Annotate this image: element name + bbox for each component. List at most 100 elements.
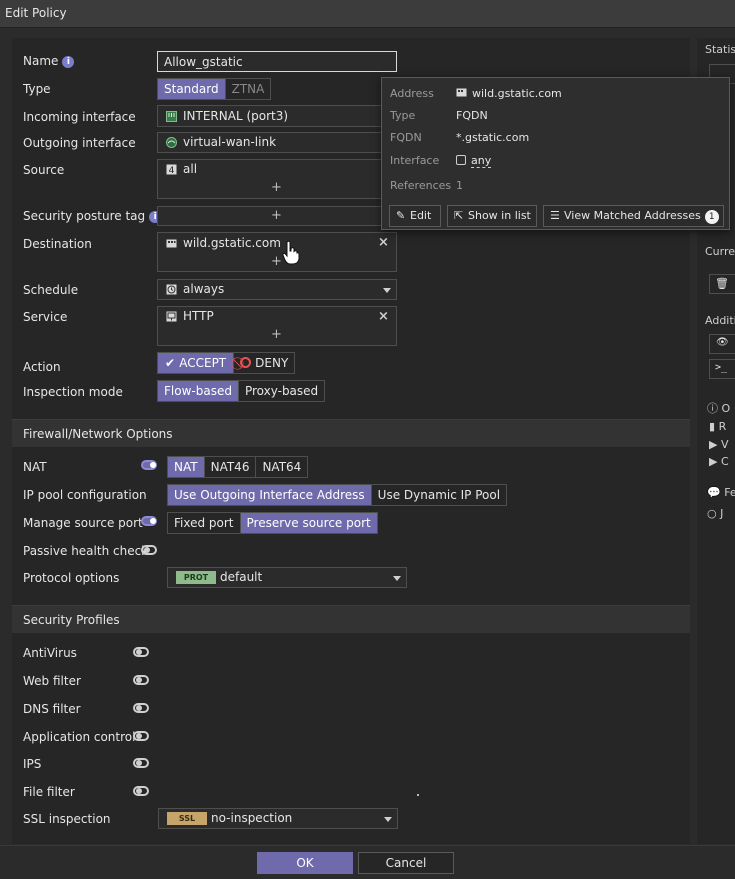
type-ztna-option[interactable]: ZTNA (224, 79, 271, 99)
popup-address-value: wild.gstatic.com (456, 87, 562, 100)
popup-interface-value: any (456, 154, 492, 168)
profiles-section-header: Security Profiles (12, 605, 690, 633)
comment-item[interactable]: ○ J (707, 507, 723, 520)
outgoing-interface-value: virtual-wan-link (183, 135, 277, 149)
info-icon[interactable]: i (62, 56, 75, 68)
ippool-dynamic-option[interactable]: Use Dynamic IP Pool (370, 485, 507, 505)
help-icon: ⓘ (707, 402, 718, 415)
service-field[interactable]: HTTP × + (157, 306, 397, 346)
profile-label: Web filter (23, 674, 81, 688)
name-input[interactable]: Allow_gstatic (157, 51, 397, 72)
incoming-interface-field[interactable]: INTERNAL (port3) (157, 105, 383, 127)
fixed-port-option[interactable]: Fixed port (168, 513, 240, 533)
action-label: Action (23, 360, 61, 374)
address-popup: Address wild.gstatic.com Type FQDN FQDN … (381, 77, 730, 230)
additional-heading: Additi (705, 314, 735, 327)
ok-button[interactable]: OK (257, 852, 353, 874)
firewall-section-header: Firewall/Network Options (12, 419, 690, 447)
reference-item[interactable]: ▮ R (709, 420, 726, 433)
remove-destination-button[interactable]: × (378, 235, 389, 250)
source-port-selector: Fixed port Preserve source port (167, 512, 378, 534)
interface-icon (456, 155, 466, 165)
outgoing-interface-field[interactable]: virtual-wan-link (157, 132, 383, 153)
action-selector: ✔ ACCEPT ⃠DENY (157, 352, 296, 374)
current-heading: Curre (705, 245, 735, 258)
block-icon (240, 357, 252, 368)
popup-type-value: FQDN (456, 109, 488, 122)
action-deny-option[interactable]: ⃠DENY (233, 353, 295, 373)
incoming-interface-label: Incoming interface (23, 110, 136, 124)
terminal-icon: >_ (715, 362, 728, 373)
inspection-proxy-option[interactable]: Proxy-based (237, 381, 325, 401)
ips-toggle[interactable] (133, 758, 149, 768)
ssl-tag: SSL (167, 812, 207, 825)
video-item[interactable]: ▶ C (709, 455, 729, 468)
remove-service-button[interactable]: × (378, 309, 389, 324)
application-control-toggle[interactable] (133, 731, 149, 741)
type-standard-option[interactable]: Standard (158, 79, 225, 99)
protocol-options-select[interactable]: PROT default (167, 567, 407, 588)
service-label: Service (23, 310, 68, 324)
book-icon: ▮ (709, 420, 716, 433)
comment-icon: ○ (707, 507, 717, 520)
schedule-value: always (183, 282, 225, 296)
stray-dot (417, 794, 419, 796)
source-port-label: Manage source port (23, 516, 143, 530)
action-accept-option[interactable]: ✔ ACCEPT (158, 353, 234, 373)
firewall-section-title: Firewall/Network Options (23, 427, 173, 441)
type-selector: Standard ZTNA (157, 78, 272, 100)
add-posture-button[interactable]: + (271, 208, 282, 223)
dns-filter-toggle[interactable] (133, 703, 149, 713)
nat-type-selector: NAT NAT46 NAT64 (167, 456, 309, 478)
matched-count-badge: 1 (704, 210, 719, 224)
svg-text:4: 4 (169, 166, 175, 175)
hand-cursor-icon (282, 240, 300, 265)
posture-field[interactable]: + (157, 206, 383, 226)
ippool-selector: Use Outgoing Interface Address Use Dynam… (167, 484, 508, 506)
help-item[interactable]: ⓘ O (707, 400, 730, 416)
add-destination-button[interactable]: + (271, 254, 282, 269)
ssl-inspection-select[interactable]: SSL no-inspection (158, 808, 398, 829)
nat46-option[interactable]: NAT46 (203, 457, 256, 477)
nat-option[interactable]: NAT (168, 457, 204, 477)
cli-button[interactable]: >_ (709, 359, 735, 379)
popup-edit-button[interactable]: ✎ Edit (389, 205, 441, 227)
antivirus-toggle[interactable] (133, 647, 149, 657)
preserve-port-option[interactable]: Preserve source port (239, 513, 377, 533)
service-value: HTTP (183, 309, 214, 323)
check-icon: ✔ (165, 356, 180, 370)
name-input-value: Allow_gstatic (164, 55, 243, 69)
nat64-option[interactable]: NAT64 (255, 457, 308, 477)
health-check-toggle[interactable] (141, 545, 157, 555)
ippool-outgoing-option[interactable]: Use Outgoing Interface Address (168, 485, 371, 505)
inspection-flow-option[interactable]: Flow-based (158, 381, 238, 401)
cancel-button[interactable]: Cancel (358, 852, 454, 874)
nat-label: NAT (23, 460, 47, 474)
window-title: Edit Policy (5, 6, 67, 20)
delete-button[interactable]: 🗑 (709, 274, 735, 294)
nat-toggle[interactable] (141, 460, 157, 470)
source-port-toggle[interactable] (141, 516, 157, 526)
forum-item[interactable]: 💬 Fe (707, 486, 735, 499)
popup-show-in-list-button[interactable]: ⇱ Show in list (447, 205, 537, 227)
profile-label: AntiVirus (23, 646, 77, 660)
list-icon: ☰ (550, 209, 560, 222)
health-check-label: Passive health check (23, 544, 149, 558)
popup-view-matched-button[interactable]: ☰ View Matched Addresses 1 (543, 205, 724, 227)
source-field[interactable]: 4 all + (157, 159, 383, 199)
file-filter-toggle[interactable] (133, 786, 149, 796)
chevron-down-icon (383, 288, 391, 293)
schedule-select[interactable]: always (157, 279, 397, 300)
schedule-label: Schedule (23, 283, 79, 297)
statistics-heading: Statis (705, 43, 735, 56)
popup-references-key: References (390, 179, 452, 192)
protocol-options-label: Protocol options (23, 571, 120, 585)
add-service-button[interactable]: + (271, 327, 282, 342)
title-bar: Edit Policy (0, 0, 735, 28)
video-item[interactable]: ▶ V (709, 438, 729, 451)
destination-field[interactable]: wild.gstatic.com × + (157, 232, 397, 272)
view-button[interactable]: 👁 (709, 334, 735, 354)
add-source-button[interactable]: + (271, 180, 282, 195)
web-filter-toggle[interactable] (133, 675, 149, 685)
pencil-icon: ✎ (396, 209, 406, 222)
